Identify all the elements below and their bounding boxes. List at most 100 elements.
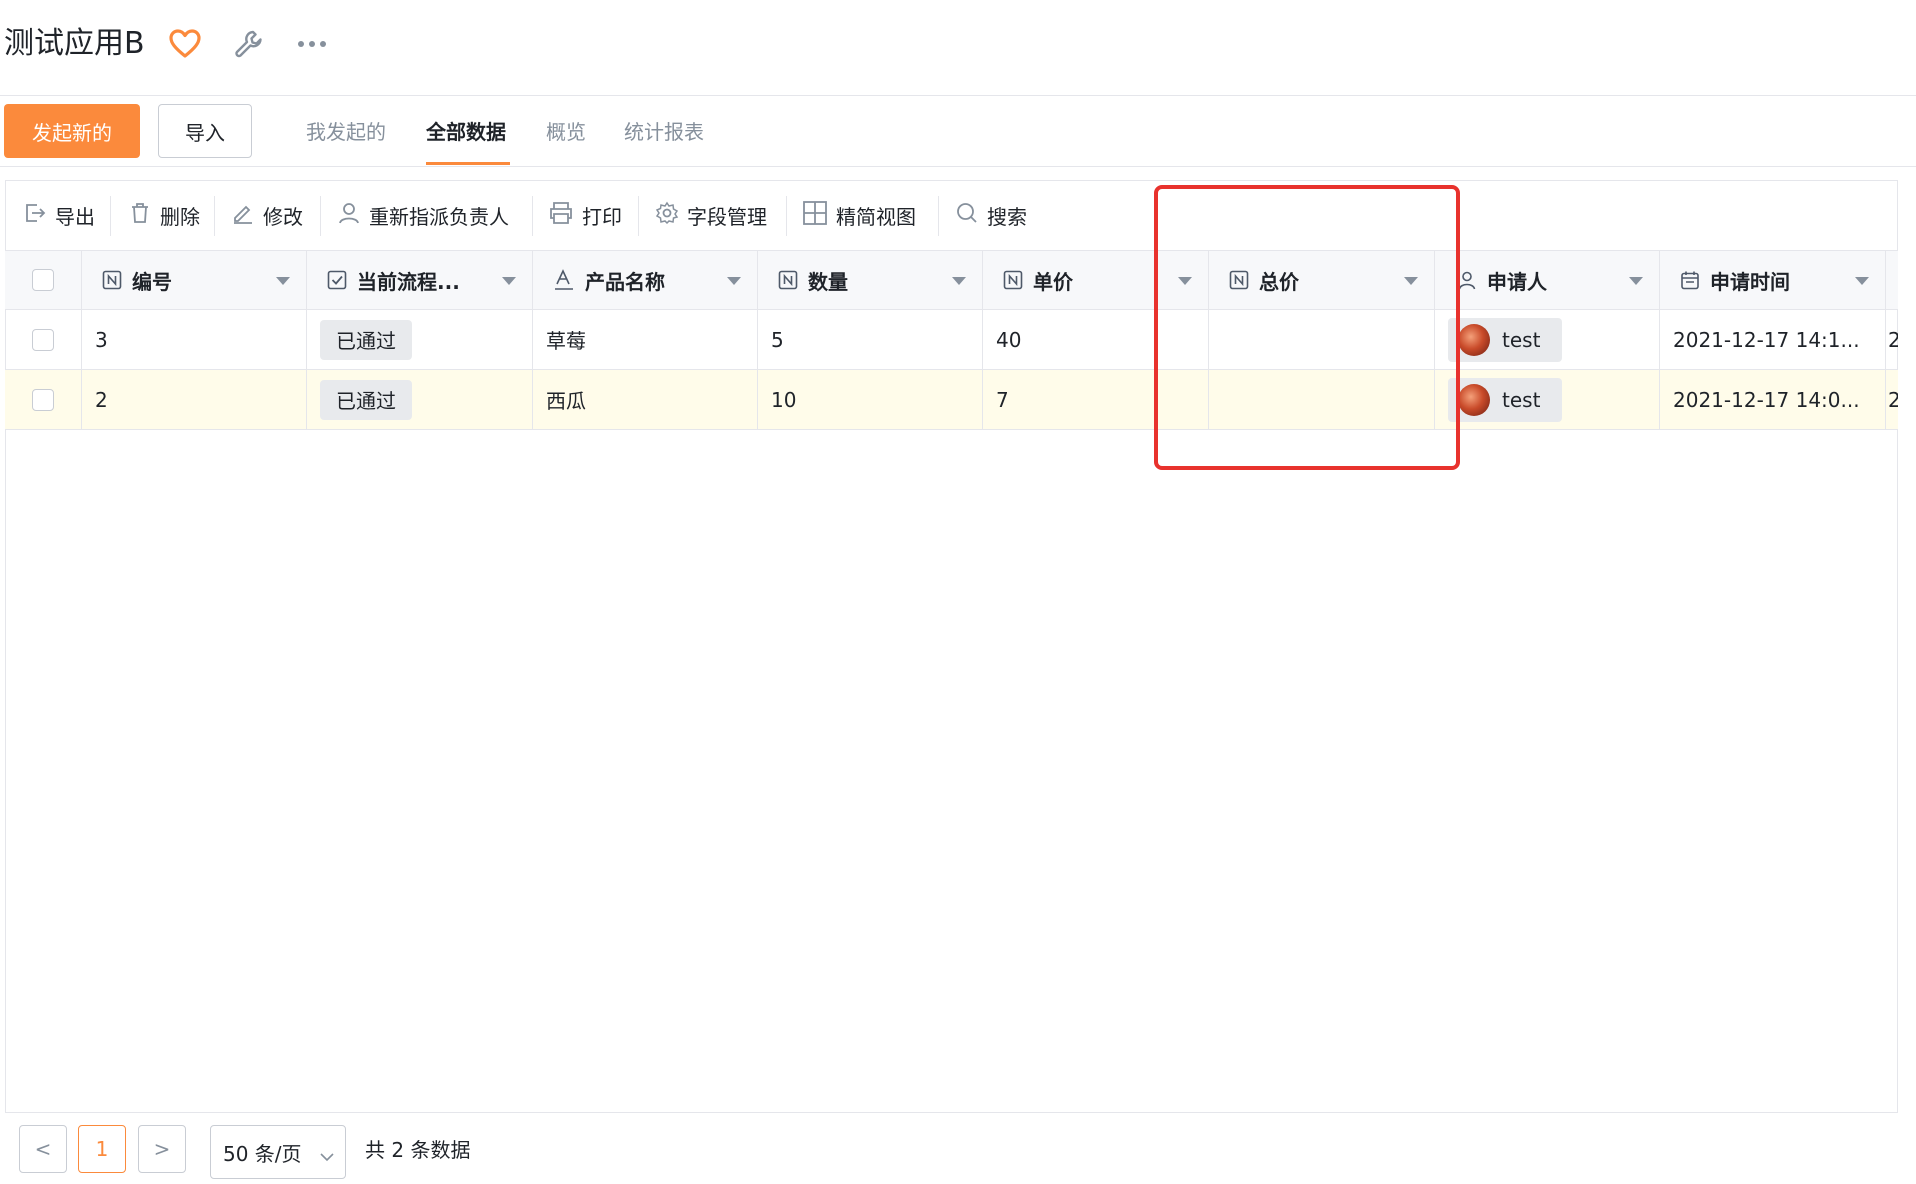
search-button[interactable]: 搜索 [955, 198, 1027, 232]
column-header-apply-time[interactable]: 申请时间 [1660, 251, 1886, 309]
avatar [1458, 383, 1490, 416]
tab-my-submissions[interactable]: 我发起的 [306, 117, 386, 147]
grid-icon [802, 200, 828, 231]
row-checkbox[interactable] [32, 328, 54, 351]
column-header-product-name[interactable]: 产品名称 [533, 251, 758, 309]
toolbar-divider [786, 196, 787, 236]
cell-applicant: test [1435, 370, 1660, 429]
applicant-name: test [1502, 387, 1541, 412]
page-number-button[interactable]: 1 [78, 1125, 126, 1173]
user-chip[interactable]: test [1448, 377, 1563, 422]
number-field-icon [1003, 270, 1023, 290]
export-icon [23, 201, 47, 230]
printer-icon [548, 201, 574, 230]
cell-status: 已通过 [307, 310, 533, 369]
toolbar-divider [320, 196, 321, 236]
toolbar-divider [938, 196, 939, 236]
import-button[interactable]: 导入 [158, 104, 252, 158]
column-menu-caret-icon[interactable] [276, 277, 290, 285]
row-select-cell [5, 370, 82, 429]
toolbar-divider [110, 196, 111, 236]
column-title: 产品名称 [585, 269, 665, 294]
column-menu-caret-icon[interactable] [727, 277, 741, 285]
cell-apply-time: 2021-12-17 14:1... [1660, 310, 1886, 369]
pagination-bar: < 1 > 50 条/页 共 2 条数据 [5, 1112, 1898, 1184]
column-menu-caret-icon[interactable] [502, 277, 516, 285]
tab-statistics-report[interactable]: 统计报表 [624, 117, 704, 147]
cell-apply-time: 2021-12-17 14:0... [1660, 370, 1886, 429]
column-menu-caret-icon[interactable] [1629, 277, 1643, 285]
column-title: 当前流程... [357, 269, 460, 294]
total-count-text: 共 2 条数据 [365, 1138, 471, 1162]
number-field-icon [778, 270, 798, 290]
column-title: 单价 [1033, 269, 1073, 294]
edit-label: 修改 [263, 204, 303, 229]
column-header-status[interactable]: 当前流程... [307, 251, 533, 309]
column-menu-caret-icon[interactable] [952, 277, 966, 285]
toolbar-divider [214, 196, 215, 236]
cell-id: 3 [82, 310, 307, 369]
table-toolbar: 导出 删除 修改 重新指派负责人 打印 字段管理 精简视图 搜索 [5, 180, 1898, 250]
column-header-id[interactable]: 编号 [82, 251, 307, 309]
user-chip[interactable]: test [1448, 317, 1563, 362]
chevron-down-icon [319, 1144, 335, 1168]
export-button[interactable]: 导出 [23, 198, 95, 232]
cell-overflow: 2 [1888, 387, 1898, 412]
table-row[interactable]: 2 已通过 西瓜 10 7 test 2021-12-17 14:0... 2 [5, 370, 1898, 430]
reassign-owner-label: 重新指派负责人 [369, 204, 509, 229]
highlight-annotation-box [1154, 185, 1460, 470]
cell-overflow: 2 [1888, 327, 1898, 352]
gear-icon [655, 201, 679, 230]
column-title: 编号 [132, 269, 172, 294]
search-icon [955, 201, 979, 230]
page-size-select[interactable]: 50 条/页 [210, 1125, 346, 1179]
number-field-icon [102, 270, 122, 290]
export-label: 导出 [55, 204, 95, 229]
user-icon [337, 201, 361, 230]
reassign-owner-button[interactable]: 重新指派负责人 [337, 198, 509, 232]
edit-icon [231, 201, 255, 230]
cell-quantity: 5 [758, 310, 983, 369]
table-row[interactable]: 3 已通过 草莓 5 40 test 2021-12-17 14:1... 2 [5, 310, 1898, 370]
delete-button[interactable]: 删除 [128, 198, 200, 232]
cell-status: 已通过 [307, 370, 533, 429]
status-badge: 已通过 [320, 379, 412, 420]
column-header-applicant[interactable]: 申请人 [1435, 251, 1660, 309]
row-checkbox[interactable] [32, 388, 54, 411]
status-badge: 已通过 [320, 319, 412, 360]
select-all-checkbox[interactable] [32, 269, 54, 291]
favorite-heart-icon[interactable] [166, 26, 204, 62]
field-management-label: 字段管理 [687, 204, 767, 229]
wrench-icon[interactable] [230, 26, 266, 62]
prev-page-button[interactable]: < [19, 1125, 67, 1173]
tab-all-data[interactable]: 全部数据 [426, 117, 506, 147]
compact-view-label: 精简视图 [836, 204, 916, 229]
cell-id: 2 [82, 370, 307, 429]
delete-label: 删除 [160, 204, 200, 229]
column-header-quantity[interactable]: 数量 [758, 251, 983, 309]
cell-quantity: 10 [758, 370, 983, 429]
avatar [1458, 323, 1490, 356]
calendar-field-icon [1680, 270, 1700, 290]
tab-bar: 发起新的 导入 我发起的 全部数据 概览 统计报表 [0, 97, 1916, 167]
table-header: 编号 当前流程... 产品名称 数量 单价 总价 申请人 申请时间 [5, 250, 1898, 310]
more-options-icon[interactable] [292, 26, 332, 62]
column-title: 申请时间 [1710, 269, 1790, 294]
applicant-name: test [1502, 327, 1541, 352]
column-menu-caret-icon[interactable] [1855, 277, 1869, 285]
edit-button[interactable]: 修改 [231, 198, 303, 232]
toolbar-divider [532, 196, 533, 236]
print-button[interactable]: 打印 [548, 198, 622, 232]
select-all-cell [5, 251, 82, 309]
active-tab-indicator [426, 162, 510, 165]
cell-product-name: 草莓 [533, 310, 758, 369]
tab-overview[interactable]: 概览 [546, 117, 586, 147]
app-header: 测试应用B [0, 0, 1916, 96]
next-page-button[interactable]: > [138, 1125, 186, 1173]
user-field-icon [1457, 270, 1477, 290]
toolbar-divider [638, 196, 639, 236]
search-label: 搜索 [987, 204, 1027, 229]
field-management-button[interactable]: 字段管理 [655, 198, 767, 232]
new-submission-button[interactable]: 发起新的 [4, 104, 140, 158]
compact-view-button[interactable]: 精简视图 [802, 198, 916, 232]
